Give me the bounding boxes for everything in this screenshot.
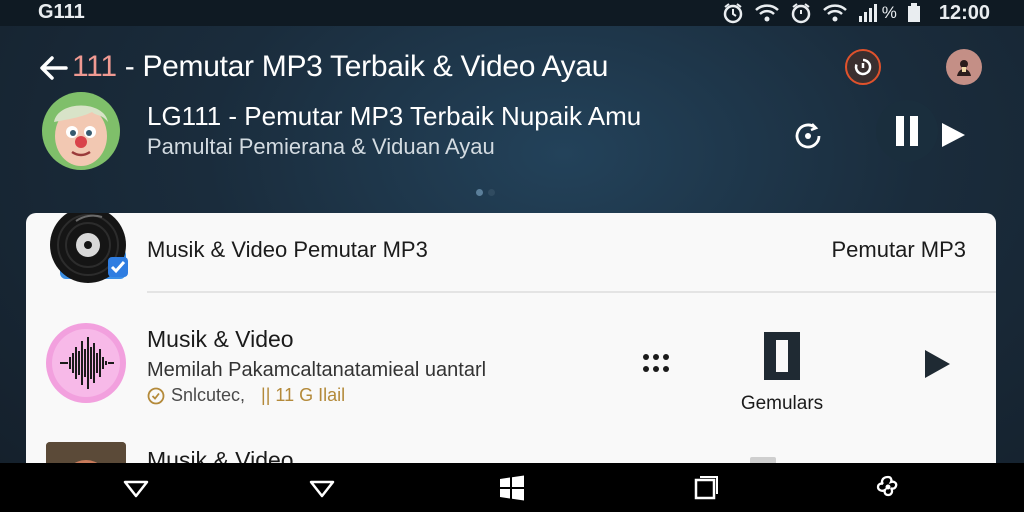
meta-text: Snlcutec, (171, 385, 246, 405)
recents-nav-icon[interactable] (692, 474, 720, 502)
divider (147, 291, 996, 293)
arrow-left-icon[interactable] (38, 54, 68, 82)
signal-icon (858, 4, 877, 22)
page-dot (488, 189, 495, 196)
navigation-bar (0, 463, 1024, 512)
replay-icon[interactable] (790, 118, 826, 154)
pause-button[interactable] (876, 100, 938, 162)
assistant-nav-icon[interactable] (874, 474, 902, 502)
clock-icon (147, 387, 165, 404)
page-indicator (476, 189, 495, 196)
pause-icon (896, 116, 918, 146)
title-number: 111 (72, 50, 117, 83)
bookmark-icon[interactable] (762, 330, 802, 382)
vinyl-record-icon[interactable] (46, 213, 130, 289)
alarm-icon (723, 3, 742, 24)
wifi-icon (754, 4, 779, 22)
music-list-card: Musik & Video Pemutar MP3 Pemutar MP3 Mu… (26, 213, 996, 473)
windows-icon[interactable] (498, 474, 526, 502)
wifi-strength-icon (822, 4, 847, 22)
list-item-right-label[interactable]: Pemutar MP3 (832, 237, 967, 263)
battery-icon (907, 3, 920, 22)
sound-wave-icon (52, 329, 120, 397)
status-bar: G111 % 12:00 (0, 0, 1024, 26)
title-text: - Pemutar MP3 Terbaik & Video Ayau (116, 50, 609, 83)
list-item-description: Memilah Pakamcaltanatamieal uantarl (147, 359, 487, 381)
meta-count: || 11 G Ilail (261, 385, 346, 405)
save-label[interactable]: Gemulars (736, 393, 828, 415)
back-nav-icon[interactable] (122, 474, 150, 502)
battery-percent: % (881, 3, 897, 22)
play-icon[interactable] (938, 120, 968, 150)
home-nav-icon[interactable] (308, 474, 336, 502)
clock: 12:00 (938, 1, 990, 24)
more-options-icon[interactable] (641, 349, 671, 379)
page-dot (476, 189, 483, 196)
page-title: 111 - Pemutar MP3 Terbaik & Video Ayau (72, 50, 608, 84)
play-icon[interactable] (922, 347, 952, 381)
now-playing-subtitle: Pamultai Pemierana & Viduan Ayau (147, 134, 495, 159)
cartoon-avatar-icon (42, 92, 120, 170)
list-item-title[interactable]: Musik & Video Pemutar MP3 (147, 237, 428, 263)
carrier-label: G111 (38, 1, 85, 23)
account-icon (957, 60, 971, 76)
sync-button[interactable] (845, 49, 881, 85)
account-button[interactable] (946, 49, 982, 85)
sync-icon (854, 58, 872, 76)
now-playing-title: LG111 - Pemutar MP3 Terbaik Nupaik Amu (147, 101, 642, 131)
alarm-clock-icon (791, 3, 810, 24)
list-item-icon[interactable] (46, 323, 126, 403)
list-item-title[interactable]: Musik & Video (147, 326, 294, 353)
list-item-meta: Snlcutec, || 11 G Ilail (147, 385, 345, 406)
now-playing-avatar[interactable] (42, 92, 120, 170)
